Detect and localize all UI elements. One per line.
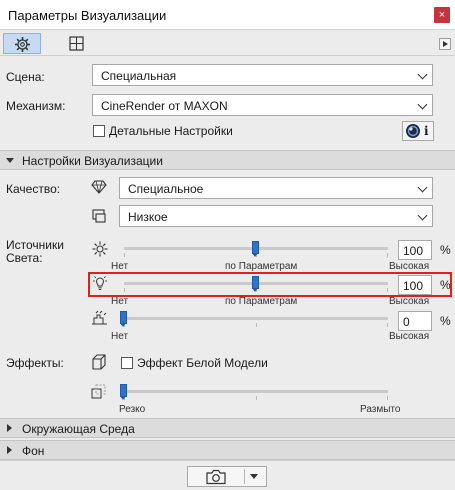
sun-max-label: Высокая: [389, 261, 430, 272]
tab-size[interactable]: [58, 33, 96, 54]
collapsed-arrow-icon: [7, 424, 12, 432]
bottom-bar: [0, 460, 455, 490]
engine-info-button[interactable]: i: [402, 121, 434, 141]
render-button[interactable]: [187, 466, 267, 487]
chevron-down-icon: [417, 99, 428, 110]
quality-secondary-value: Низкое: [128, 210, 168, 224]
ambient-slider-ticks: [124, 323, 388, 327]
section-title: Фон: [22, 444, 45, 458]
camera-icon: [206, 469, 226, 485]
ambient-light-icon: [92, 310, 107, 325]
section-environment[interactable]: Окружающая Среда: [0, 418, 455, 438]
lamp-mid-label: по Параметрам: [225, 296, 298, 307]
tab-bar: [0, 30, 455, 56]
close-button[interactable]: ×: [434, 7, 450, 23]
white-model-label: Эффект Белой Модели: [137, 356, 268, 370]
resolution-icon: [92, 209, 106, 223]
ambient-value-field[interactable]: 0: [398, 311, 432, 331]
scene-label: Сцена:: [6, 70, 45, 84]
section-title: Настройки Визуализации: [22, 154, 163, 168]
ambient-unit: %: [440, 314, 451, 328]
collapsed-arrow-icon: [7, 446, 12, 454]
section-render-settings[interactable]: Настройки Визуализации: [0, 150, 455, 170]
gear-icon: [15, 37, 30, 52]
lamp-slider-thumb[interactable]: [252, 276, 259, 292]
title-bar: Параметры Визуализации ×: [0, 0, 455, 30]
expanded-arrow-icon: [6, 158, 14, 163]
engine-select[interactable]: CineRender от MAXON: [92, 94, 433, 116]
blur-slider-ticks: [124, 396, 388, 400]
diamond-icon: [91, 180, 107, 194]
lamp-value-field[interactable]: 100: [398, 275, 432, 295]
quality-value: Специальное: [128, 182, 204, 196]
lamp-min-label: Нет: [111, 296, 129, 307]
effects-label: Эффекты:: [6, 356, 64, 370]
blur-slider-track[interactable]: [124, 390, 388, 393]
button-separator: [244, 469, 245, 484]
ambient-max-label: Высокая: [389, 331, 430, 342]
blur-icon: [91, 384, 106, 399]
chevron-down-icon: [417, 182, 428, 193]
frame-icon: [69, 36, 84, 51]
section-title: Окружающая Среда: [22, 422, 135, 436]
sun-mid-label: по Параметрам: [225, 261, 298, 272]
quality-select[interactable]: Специальное: [119, 177, 433, 199]
blur-max-label: Размыто: [360, 404, 401, 415]
detailed-settings-label: Детальные Настройки: [109, 124, 233, 138]
light-sources-label-line2: Света:: [6, 251, 43, 265]
sun-unit: %: [440, 243, 451, 257]
blur-min-label: Резко: [119, 404, 146, 415]
sun-value-field[interactable]: 100: [398, 240, 432, 260]
detailed-settings-checkbox[interactable]: [93, 125, 105, 137]
engine-value: CineRender от MAXON: [101, 99, 228, 113]
quality-secondary-select[interactable]: Низкое: [119, 205, 433, 227]
sun-min-label: Нет: [111, 261, 129, 272]
quality-label: Качество:: [6, 182, 61, 196]
sun-value: 100: [403, 244, 424, 258]
scene-select[interactable]: Специальная: [92, 64, 433, 86]
white-model-checkbox[interactable]: [121, 357, 133, 369]
ambient-min-label: Нет: [111, 331, 129, 342]
section-background[interactable]: Фон: [0, 440, 455, 460]
window-title: Параметры Визуализации: [8, 8, 167, 23]
tab-settings[interactable]: [3, 33, 41, 54]
info-icon: i: [424, 124, 429, 138]
blur-slider-thumb[interactable]: [120, 384, 127, 400]
cinema4d-logo-icon: [406, 124, 420, 138]
ambient-value: 0: [403, 315, 410, 329]
ambient-slider-thumb[interactable]: [120, 311, 127, 327]
ambient-slider-track[interactable]: [124, 317, 388, 320]
lamp-unit: %: [440, 278, 451, 292]
chevron-down-icon: [417, 69, 428, 80]
lamp-value: 100: [403, 279, 424, 293]
light-sources-label-line1: Источники: [6, 238, 64, 252]
engine-label: Механизм:: [6, 99, 66, 113]
cube-icon: [92, 354, 106, 370]
scene-value: Специальная: [101, 69, 177, 83]
lightbulb-icon: [93, 276, 107, 290]
tab-scroll-right-button[interactable]: [439, 38, 451, 50]
sun-icon: [92, 241, 108, 257]
sun-slider-thumb[interactable]: [252, 241, 259, 257]
dropdown-arrow-icon[interactable]: [250, 474, 258, 479]
lamp-max-label: Высокая: [389, 296, 430, 307]
chevron-down-icon: [417, 210, 428, 221]
